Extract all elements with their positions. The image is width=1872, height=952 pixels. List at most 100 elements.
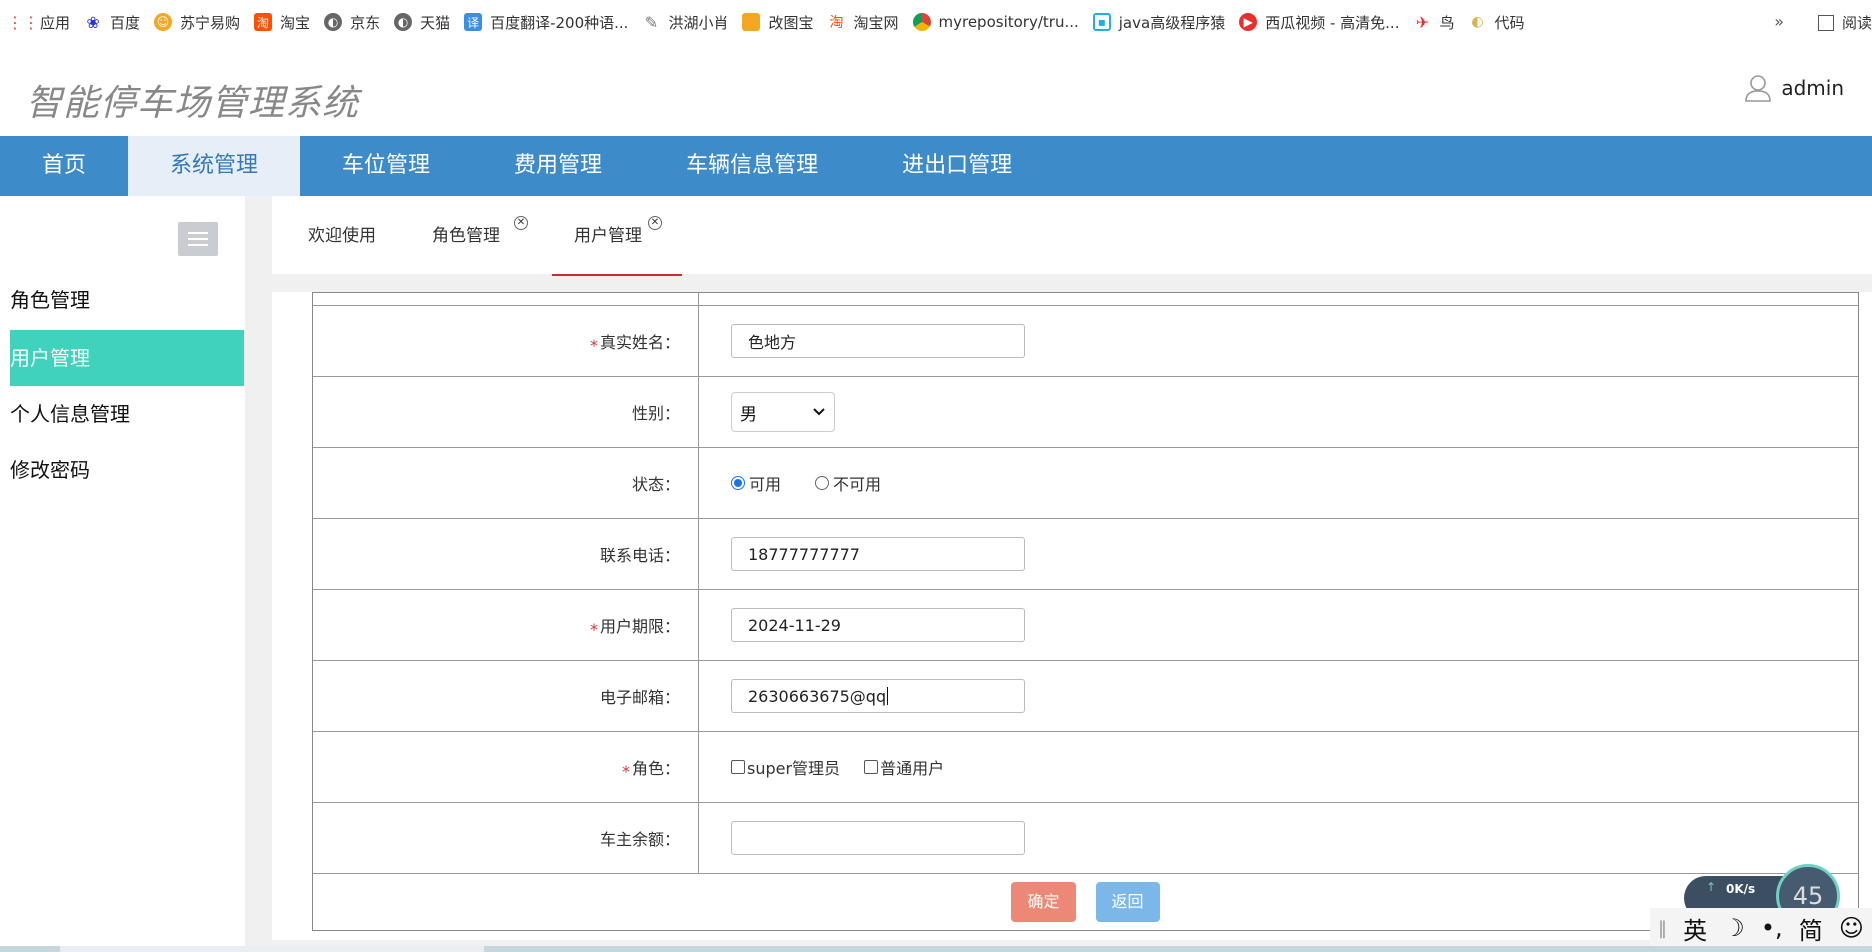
form-row-phone: 联系电话： 18777777777: [313, 518, 1858, 589]
back-button[interactable]: 返回: [1095, 882, 1160, 922]
close-icon[interactable]: ✕: [514, 216, 528, 230]
bookmark-suning[interactable]: ☺ 苏宁易购: [154, 12, 240, 33]
phone-label: 联系电话：: [313, 519, 699, 589]
bookmark-gaitubao[interactable]: 改图宝: [742, 12, 813, 33]
sidebar-item-user-management[interactable]: 用户管理: [10, 330, 244, 386]
sidebar-item-personal-info[interactable]: 个人信息管理: [10, 386, 244, 442]
form-row-gender: 性别： 男: [313, 376, 1858, 447]
taobao-icon: 淘: [829, 15, 844, 31]
bookmark-bird[interactable]: ✈ 鸟: [1413, 12, 1455, 33]
gender-label: 性别：: [313, 377, 699, 447]
content-area: 欢迎使用 角色管理 ✕ 用户管理 ✕ * 真实姓名： 色地方 性别： 男 状态：…: [246, 196, 1872, 952]
reading-list-icon: [1817, 14, 1834, 31]
taobao-icon: 淘: [254, 13, 273, 31]
user-menu[interactable]: admin: [1745, 74, 1844, 102]
nav-system-management[interactable]: 系统管理: [128, 136, 301, 196]
ime-simplified-toggle[interactable]: 简: [1799, 911, 1823, 946]
nav-vehicle-info[interactable]: 车辆信息管理: [644, 136, 860, 196]
sidebar-item-change-password[interactable]: 修改密码: [10, 442, 244, 498]
nav-entry-exit[interactable]: 进出口管理: [860, 136, 1054, 196]
status-radio-group: 可用 不可用: [731, 471, 881, 495]
close-icon[interactable]: ✕: [648, 216, 662, 230]
role-label: * 角色：: [313, 732, 699, 802]
expiry-label: * 用户期限：: [313, 590, 699, 660]
expiry-date-input[interactable]: 2024-11-29: [731, 608, 1025, 642]
bilibili-icon: ▪: [1092, 13, 1111, 31]
code-icon: ◐: [1471, 14, 1484, 30]
status-available-radio[interactable]: [731, 476, 745, 490]
status-label: 状态：: [313, 448, 699, 518]
required-mark: *: [589, 619, 598, 639]
bookmark-baidu[interactable]: ❀ 百度: [84, 12, 140, 33]
sidebar-item-role-management[interactable]: 角色管理: [10, 272, 244, 328]
nav-parking-space[interactable]: 车位管理: [300, 136, 472, 196]
tab-welcome[interactable]: 欢迎使用: [308, 196, 376, 274]
user-icon: [1745, 75, 1772, 102]
translate-icon: 译: [464, 13, 483, 31]
moon-icon[interactable]: ☽: [1723, 914, 1745, 942]
bookmark-jd[interactable]: ◐ 京东: [324, 12, 380, 33]
tab-role-management[interactable]: 角色管理 ✕: [432, 196, 532, 274]
globe-icon: ◐: [324, 13, 343, 31]
gender-select[interactable]: 男: [731, 392, 835, 432]
xigua-icon: ▶: [1239, 13, 1258, 31]
app-header: 智能停车场管理系统 admin: [0, 44, 1872, 136]
app-title: 智能停车场管理系统: [26, 83, 360, 124]
role-checkbox-group: super管理员 普通用户: [731, 755, 944, 779]
bookmark-xigua[interactable]: ▶ 西瓜视频 - 高清免...: [1239, 12, 1399, 33]
bookmark-honghu[interactable]: ✎ 洪湖小肖: [642, 12, 729, 33]
required-mark: *: [621, 761, 630, 781]
ime-lang-toggle[interactable]: 英: [1683, 911, 1707, 946]
status-unavailable-radio[interactable]: [815, 476, 830, 490]
role-super-admin-checkbox[interactable]: [731, 760, 745, 774]
email-label: 电子邮箱：: [313, 661, 699, 731]
form-row-status: 状态： 可用 不可用: [313, 447, 1858, 518]
balance-input[interactable]: [731, 821, 1025, 855]
real-name-input[interactable]: 色地方: [731, 324, 1025, 358]
apps-grid-icon: ⋮⋮: [7, 12, 39, 32]
baidu-paw-icon: ❀: [86, 12, 100, 32]
globe-icon: ◐: [394, 13, 413, 31]
role-normal-user-checkbox[interactable]: [864, 760, 879, 774]
menu-toggle-button[interactable]: [178, 222, 218, 256]
form-row-balance: 车主余额：: [313, 802, 1858, 873]
hamburger-icon: [188, 232, 208, 234]
real-name-label: * 真实姓名：: [313, 306, 699, 376]
email-input[interactable]: 2630663675@qq: [731, 679, 1025, 713]
sidebar: 角色管理 用户管理 个人信息管理 修改密码: [0, 196, 246, 952]
bookmark-taobao[interactable]: 淘 淘宝: [254, 12, 310, 33]
chrome-icon: [912, 13, 931, 31]
confirm-button[interactable]: 确定: [1011, 882, 1076, 922]
top-nav: 首页 系统管理 车位管理 费用管理 车辆信息管理 进出口管理: [0, 136, 1872, 196]
form-row-top: [313, 293, 1858, 305]
tab-user-management[interactable]: 用户管理 ✕: [552, 196, 682, 276]
drag-handle-icon[interactable]: ‖: [1658, 918, 1667, 939]
bookmark-baidu-translate[interactable]: 译 百度翻译-200种语...: [464, 12, 628, 33]
bird-icon: ✈: [1415, 12, 1430, 32]
gaitubao-icon: [742, 13, 761, 31]
phone-input[interactable]: 18777777777: [731, 537, 1025, 571]
nav-home[interactable]: 首页: [0, 136, 128, 196]
form-row-real-name: * 真实姓名： 色地方: [313, 305, 1858, 376]
form-table: * 真实姓名： 色地方 性别： 男 状态： 可用 不可用 联系电话： 18777…: [312, 292, 1859, 931]
user-form: * 真实姓名： 色地方 性别： 男 状态： 可用 不可用 联系电话： 18777…: [272, 292, 1872, 940]
bookmarks-more-button[interactable]: »: [1774, 12, 1784, 31]
bookmark-code[interactable]: ◐ 代码: [1468, 12, 1524, 33]
nav-fees[interactable]: 费用管理: [472, 136, 644, 196]
bookmark-java[interactable]: ▪ java高级程序猿: [1092, 12, 1225, 33]
punctuation-icon[interactable]: •,: [1761, 914, 1783, 942]
upload-arrow-icon: ↑: [1706, 880, 1717, 894]
reading-list-button[interactable]: 阅读: [1817, 12, 1872, 33]
bookmark-apps[interactable]: ⋮⋮ 应用: [7, 12, 70, 33]
tab-bar: 欢迎使用 角色管理 ✕ 用户管理 ✕: [272, 196, 1872, 276]
required-mark: *: [589, 335, 598, 355]
bookmark-taobao-net[interactable]: 淘 淘宝网: [827, 12, 898, 33]
taskbar-strip: [0, 946, 1872, 952]
bookmark-myrepository[interactable]: myrepository/tru...: [912, 13, 1079, 31]
chevron-down-icon: [813, 408, 825, 416]
emoji-icon[interactable]: ☺: [1839, 914, 1864, 942]
ime-toolbar: ‖ 英 ☽ •, 简 ☺: [1650, 908, 1872, 948]
suning-icon: ☺: [154, 13, 173, 31]
bookmark-tmall[interactable]: ◐ 天猫: [394, 12, 450, 33]
form-row-expiry: * 用户期限： 2024-11-29: [313, 589, 1858, 660]
